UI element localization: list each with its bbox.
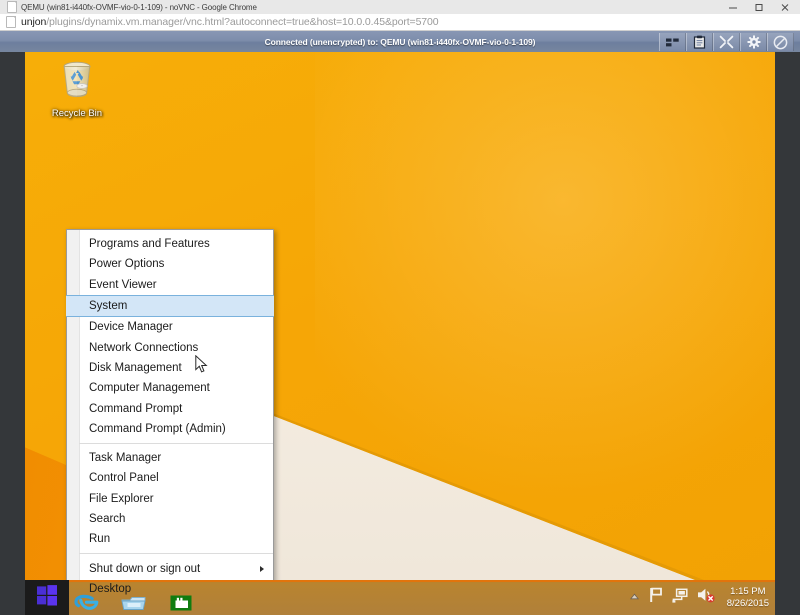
submenu-chevron-right-icon bbox=[260, 566, 264, 572]
desktop-icon-label: Recycle Bin bbox=[52, 108, 102, 119]
browser-address-bar[interactable]: unjon/plugins/dynamix.vm.manager/vnc.htm… bbox=[0, 14, 800, 31]
menu-item-control-panel[interactable]: Control Panel bbox=[67, 468, 273, 488]
menu-item-programs-and-features[interactable]: Programs and Features bbox=[67, 234, 273, 254]
volume-muted-icon[interactable] bbox=[697, 587, 715, 608]
system-tray: 1:15 PM 8/26/2015 bbox=[629, 580, 769, 615]
recycle-bin-icon bbox=[57, 59, 97, 106]
menu-item-shut-down-or-sign-out[interactable]: Shut down or sign out bbox=[67, 558, 273, 578]
menu-item-run[interactable]: Run bbox=[67, 529, 273, 549]
menu-item-power-options[interactable]: Power Options bbox=[67, 254, 273, 274]
tab-favicon-icon bbox=[7, 1, 17, 13]
menu-item-label: System bbox=[89, 300, 127, 312]
action-center-flag-icon[interactable] bbox=[649, 587, 663, 608]
windows-start-icon bbox=[36, 584, 58, 611]
page-favicon-icon bbox=[6, 16, 16, 28]
taskbar-clock[interactable]: 1:15 PM 8/26/2015 bbox=[727, 586, 769, 610]
menu-item-disk-management[interactable]: Disk Management bbox=[67, 358, 273, 378]
browser-titlebar: QEMU (win81-i440fx-OVMF-vio-0-1-109) - n… bbox=[0, 0, 800, 15]
send-keys-icon[interactable] bbox=[659, 33, 686, 51]
menu-item-command-prompt-admin[interactable]: Command Prompt (Admin) bbox=[67, 419, 273, 439]
vnc-viewport: Recycle Bin Programs and Features Power … bbox=[0, 52, 800, 615]
vnc-canvas[interactable]: Recycle Bin Programs and Features Power … bbox=[25, 52, 775, 615]
screen: QEMU (win81-i440fx-OVMF-vio-0-1-109) - n… bbox=[0, 0, 800, 615]
menu-item-label: Computer Management bbox=[89, 382, 210, 394]
menu-item-label: Power Options bbox=[89, 258, 164, 270]
menu-item-label: Search bbox=[89, 513, 125, 525]
menu-item-device-manager[interactable]: Device Manager bbox=[67, 317, 273, 337]
menu-item-label: Command Prompt bbox=[89, 403, 182, 415]
menu-item-task-manager[interactable]: Task Manager bbox=[67, 448, 273, 468]
menu-item-command-prompt[interactable]: Command Prompt bbox=[67, 398, 273, 418]
menu-item-search[interactable]: Search bbox=[67, 509, 273, 529]
menu-item-label: Device Manager bbox=[89, 321, 173, 333]
menu-item-label: File Explorer bbox=[89, 493, 154, 505]
maximize-icon[interactable] bbox=[746, 0, 772, 14]
start-button[interactable] bbox=[25, 580, 69, 615]
menu-item-label: Programs and Features bbox=[89, 238, 210, 250]
clock-date: 8/26/2015 bbox=[727, 598, 769, 610]
menu-item-label: Control Panel bbox=[89, 472, 159, 484]
menu-item-label: Shut down or sign out bbox=[89, 563, 200, 575]
menu-item-event-viewer[interactable]: Event Viewer bbox=[67, 275, 273, 295]
show-hidden-icons-icon[interactable] bbox=[629, 589, 640, 607]
fullscreen-icon[interactable] bbox=[713, 33, 740, 51]
menu-item-file-explorer[interactable]: File Explorer bbox=[67, 489, 273, 509]
menu-item-label: Command Prompt (Admin) bbox=[89, 423, 226, 435]
tray-icon-group bbox=[629, 587, 715, 608]
winx-context-menu[interactable]: Programs and Features Power Options Even… bbox=[66, 229, 274, 603]
menu-item-desktop[interactable]: Desktop bbox=[67, 579, 273, 599]
address-bar-url[interactable]: unjon/plugins/dynamix.vm.manager/vnc.htm… bbox=[21, 16, 439, 28]
menu-item-system[interactable]: System bbox=[66, 295, 274, 317]
menu-item-label: Task Manager bbox=[89, 452, 161, 464]
novnc-button-group bbox=[659, 33, 794, 51]
menu-item-label: Network Connections bbox=[89, 342, 198, 354]
mouse-cursor-icon bbox=[195, 355, 208, 379]
network-icon[interactable] bbox=[672, 588, 688, 608]
menu-separator bbox=[79, 553, 273, 554]
desktop-icon-recycle-bin[interactable]: Recycle Bin bbox=[38, 59, 116, 119]
menu-item-network-connections[interactable]: Network Connections bbox=[67, 337, 273, 357]
close-icon[interactable] bbox=[772, 0, 798, 14]
menu-item-label: Event Viewer bbox=[89, 279, 157, 291]
clock-time: 1:15 PM bbox=[727, 586, 769, 598]
minimize-icon[interactable] bbox=[720, 0, 746, 14]
wallpaper-glow bbox=[315, 52, 775, 512]
browser-window-title: QEMU (win81-i440fx-OVMF-vio-0-1-109) - n… bbox=[21, 3, 257, 12]
menu-item-label: Desktop bbox=[89, 583, 131, 595]
settings-gear-icon[interactable] bbox=[740, 33, 767, 51]
menu-item-label: Run bbox=[89, 533, 110, 545]
window-controls bbox=[720, 0, 798, 14]
menu-item-computer-management[interactable]: Computer Management bbox=[67, 378, 273, 398]
url-host: unjon bbox=[21, 16, 46, 28]
url-path: /plugins/dynamix.vm.manager/vnc.html?aut… bbox=[46, 16, 438, 28]
disconnect-power-icon[interactable] bbox=[767, 33, 794, 51]
menu-item-label: Disk Management bbox=[89, 362, 182, 374]
novnc-toolbar: Connected (unencrypted) to: QEMU (win81-… bbox=[0, 31, 800, 53]
menu-separator bbox=[79, 443, 273, 444]
clipboard-icon[interactable] bbox=[686, 33, 713, 51]
